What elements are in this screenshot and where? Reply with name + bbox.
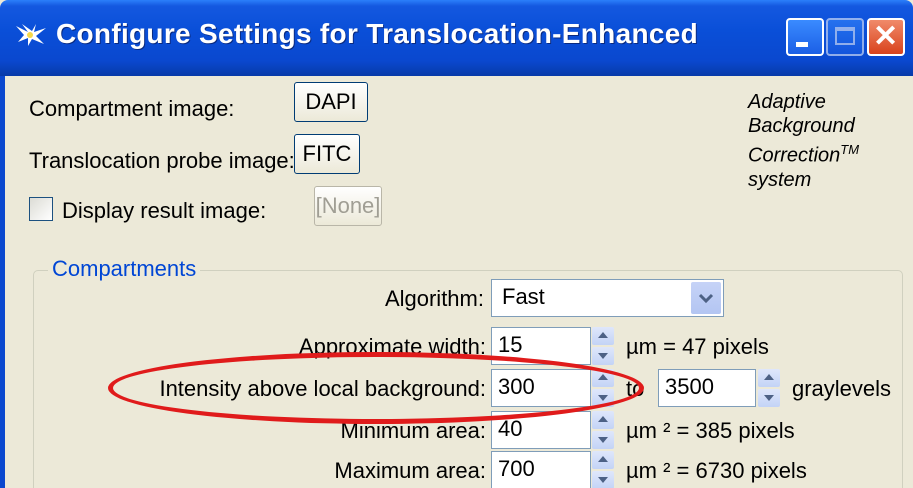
trademark-mark: TM <box>840 142 860 157</box>
algorithm-value: Fast <box>502 284 545 309</box>
min-area-unit: µm ² = 385 pixels <box>626 418 795 443</box>
algorithm-label-wrap: Algorithm: <box>0 286 484 314</box>
intensity-high-input[interactable]: 3500 <box>658 369 756 407</box>
algorithm-label: Algorithm: <box>384 286 484 311</box>
arrow-down-icon <box>598 353 608 359</box>
spin-up-button[interactable] <box>758 369 780 387</box>
minimize-button[interactable] <box>786 18 824 56</box>
adaptive-branding: Adaptive Background CorrectionTM system <box>748 90 859 192</box>
spin-down-button[interactable] <box>758 389 780 407</box>
close-button[interactable]: ✕ <box>867 18 905 56</box>
branding-line-4: system <box>748 168 812 191</box>
approx-width-unit: µm = 47 pixels <box>626 334 769 359</box>
algorithm-select[interactable]: Fast <box>491 279 724 317</box>
max-area-input[interactable]: 700 <box>491 451 591 488</box>
display-result-button[interactable]: [None] <box>314 186 382 226</box>
arrow-down-icon <box>764 395 774 401</box>
max-area-label: Maximum area: <box>334 458 486 483</box>
intensity-unit: graylevels <box>792 376 892 401</box>
probe-image-label: Translocation probe image: <box>29 148 295 173</box>
spin-down-button[interactable] <box>592 471 614 488</box>
title-bar[interactable]: Configure Settings for Translocation-Enh… <box>0 0 913 76</box>
chevron-down-icon <box>698 293 714 304</box>
display-result-label: Display result image: <box>62 198 267 223</box>
spin-up-button[interactable] <box>592 327 614 345</box>
app-icon <box>16 24 46 46</box>
maximize-button[interactable] <box>826 18 864 56</box>
branding-line-2: Background <box>748 115 855 137</box>
max-area-label-wrap: Maximum area: <box>0 458 486 486</box>
max-area-spinner[interactable] <box>592 451 614 488</box>
max-area-unit: µm ² = 6730 pixels <box>626 458 807 483</box>
spin-up-button[interactable] <box>592 451 614 469</box>
arrow-down-icon <box>598 437 608 443</box>
dropdown-button[interactable] <box>691 282 721 314</box>
arrow-up-icon <box>764 374 774 380</box>
branding-line-3: CorrectionTM <box>748 138 859 168</box>
minimize-icon <box>796 42 808 47</box>
arrow-up-icon <box>598 456 608 462</box>
branding-correction: Correction <box>748 144 841 167</box>
min-area-spinner[interactable] <box>592 411 614 449</box>
spin-down-button[interactable] <box>592 431 614 449</box>
arrow-up-icon <box>598 332 608 338</box>
spin-down-button[interactable] <box>592 347 614 365</box>
spin-up-button[interactable] <box>592 411 614 429</box>
arrow-up-icon <box>598 416 608 422</box>
close-icon: ✕ <box>873 20 899 53</box>
arrow-down-icon <box>598 477 608 483</box>
compartment-image-label: Compartment image: <box>29 96 235 121</box>
probe-image-button[interactable]: FITC <box>294 134 360 174</box>
branding-line-1: Adaptive <box>748 91 826 113</box>
compartments-group-title: Compartments <box>48 256 201 282</box>
settings-window: Configure Settings for Translocation-Enh… <box>0 0 913 488</box>
window-title: Configure Settings for Translocation-Enh… <box>56 18 698 49</box>
approx-width-spinner[interactable] <box>592 327 614 365</box>
display-result-checkbox[interactable] <box>29 197 53 221</box>
intensity-high-spinner[interactable] <box>758 369 780 407</box>
red-highlight-ellipse <box>108 352 644 424</box>
maximize-icon <box>835 27 855 45</box>
compartment-image-button[interactable]: DAPI <box>294 82 368 122</box>
